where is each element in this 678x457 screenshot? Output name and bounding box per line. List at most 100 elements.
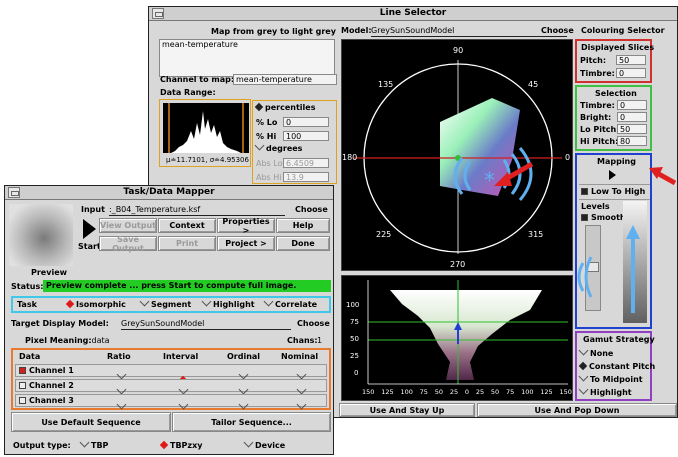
x-tick: 100 (400, 388, 413, 396)
use-default-sequence-button[interactable]: Use Default Sequence (11, 412, 171, 432)
pixel-meaning-value: .data (89, 336, 110, 345)
context-button[interactable]: Context (158, 218, 216, 233)
output-type-label: Output type: (13, 441, 71, 450)
model-choose-button[interactable]: Choose (541, 26, 574, 35)
preview-thumbnail (9, 204, 73, 266)
channel-field[interactable]: mean-temperature (233, 74, 337, 85)
line-selector-titlebar[interactable]: Line Selector (149, 7, 677, 21)
abs-hi-field[interactable]: 13.9 (283, 172, 329, 182)
x-tick: 150 (362, 388, 375, 396)
x-tick: 75 (505, 388, 515, 396)
displayed-slices-box: Displayed Slices Pitch: 50 Timbre: 0 (575, 39, 654, 83)
use-and-pop-down-button[interactable]: Use And Pop Down (477, 403, 677, 417)
window-menu-icon[interactable] (152, 8, 164, 19)
output-device-radio[interactable]: Device (243, 437, 285, 450)
colouring-title: Colouring Selector (581, 26, 665, 35)
table-row[interactable]: Channel 2 (15, 379, 327, 395)
data-range-label: Data Range: (160, 88, 216, 97)
x-tick: 75 (419, 388, 428, 396)
gamut-to-midpoint-radio[interactable]: To Midpoint (578, 371, 643, 384)
table-row[interactable]: Channel 3 (15, 394, 327, 410)
header-nominal: Nominal (281, 352, 319, 361)
gamut-label: Gamut Strategy (583, 335, 655, 344)
chans-value: 1 (317, 336, 323, 345)
output-tbpzxy-radio[interactable]: TBPzxy (159, 440, 202, 450)
use-and-stay-up-button[interactable]: Use And Stay Up (339, 403, 475, 417)
x-tick: 25 (475, 388, 485, 396)
output-tbp-radio[interactable]: TBP (79, 437, 108, 450)
done-button[interactable]: Done (276, 236, 330, 251)
hi-pitch-field[interactable]: 80 (617, 136, 647, 146)
polar-plot[interactable]: * 90 135 45 180 0 225 315 270 (341, 39, 573, 271)
model-label: Model: (341, 26, 372, 35)
hist-stats: μ≐11.7101, σ≐4.95306 (166, 156, 249, 164)
target-model-value: GreySunSoundModel (121, 319, 205, 328)
save-output-button[interactable]: Save Output (99, 235, 157, 253)
project-button[interactable]: Project > (217, 236, 275, 251)
header-ratio: Ratio (107, 352, 131, 361)
bright-field[interactable]: 0 (617, 112, 647, 122)
abs-lo-label: Abs Lo (256, 159, 283, 168)
x-tick: 150 (559, 388, 572, 396)
polar-label-tr: 45 (528, 80, 539, 89)
input-file: :_B04_Temperature.ksf (109, 205, 201, 214)
target-choose-button[interactable]: Choose (297, 319, 330, 328)
table-row[interactable]: Channel 1 (15, 364, 327, 385)
hi-field[interactable]: 100 (283, 131, 329, 141)
model-value: GreySunSoundModel (371, 26, 455, 35)
line-selector-title: Line Selector (379, 8, 447, 18)
print-button[interactable]: Print (158, 236, 216, 251)
task-mapper-titlebar[interactable]: Task/Data Mapper (5, 186, 333, 200)
lo-field[interactable]: 0 (283, 117, 329, 127)
map-header: Map from grey to light grey (211, 27, 336, 36)
task-mapper-title: Task/Data Mapper (123, 187, 215, 197)
selection-box: Selection Timbre: 0 Bright: 0 Lo Pitch: … (575, 85, 652, 151)
input-choose-button[interactable]: Choose (295, 205, 328, 214)
polar-label-tl: 135 (378, 80, 394, 89)
degrees-radio[interactable]: degrees (254, 140, 302, 153)
x-tick: 50 (434, 388, 444, 396)
start-play-icon[interactable] (83, 219, 96, 239)
section-plot[interactable]: 100 75 50 25 0 150 125 100 75 50 25 0 25… (341, 275, 573, 401)
task-highlight-radio[interactable]: Highlight (201, 296, 255, 309)
lo-pitch-field[interactable]: 50 (617, 124, 647, 134)
start-label: Start (78, 242, 101, 251)
gamut-none-radio[interactable]: None (578, 345, 613, 358)
mapping-box: Mapping Low To High Levels Smooth (575, 153, 652, 329)
abs-lo-field[interactable]: 6.4509 (283, 158, 329, 168)
model-underline (371, 36, 567, 37)
mapping-arrow-annotation (649, 167, 677, 186)
task-isomorphic-radio[interactable]: Isomorphic (65, 299, 126, 309)
gamut-highlight-radio[interactable]: Highlight (578, 384, 632, 397)
y-tick-100: 100 (346, 301, 360, 309)
y-tick-75: 75 (350, 318, 359, 326)
gamut-constant-pitch-radio[interactable]: Constant Pitch (578, 361, 655, 371)
channel-2-checkbox[interactable]: Channel 2 (19, 381, 74, 390)
pitch-field[interactable]: 50 (616, 55, 646, 65)
channel-label: Channel to map: (160, 75, 235, 84)
help-button[interactable]: Help (276, 218, 330, 233)
task-correlate-radio[interactable]: Correlate (263, 296, 317, 309)
channel-3-checkbox[interactable]: Channel 3 (19, 396, 74, 405)
polar-label-top: 90 (453, 46, 464, 55)
percentiles-radio[interactable]: percentiles (254, 102, 315, 112)
map-list-item[interactable]: mean-temperature (162, 40, 238, 49)
x-tick: 100 (521, 388, 534, 396)
view-output-button[interactable]: View Output (99, 218, 157, 233)
selection-label: Selection (595, 89, 637, 98)
map-list[interactable]: mean-temperature (159, 39, 335, 77)
channel-1-checkbox[interactable]: Channel 1 (19, 366, 74, 375)
header-data: Data (19, 352, 41, 361)
input-label: Input (81, 205, 105, 214)
histogram-plot (163, 103, 249, 153)
header-interval: Interval (163, 352, 199, 361)
polar-label-left: 180 (342, 153, 358, 162)
slices-timbre-field[interactable]: 0 (616, 68, 646, 78)
lo-label: % Lo (256, 118, 278, 127)
tailor-sequence-button[interactable]: Tailor Sequence... (172, 412, 331, 432)
window-menu-icon[interactable] (8, 187, 20, 198)
properties-button[interactable]: Properties > (217, 217, 275, 235)
task-segment-radio[interactable]: Segment (139, 296, 191, 309)
sel-timbre-field[interactable]: 0 (617, 100, 647, 110)
target-model-underline (121, 329, 291, 330)
